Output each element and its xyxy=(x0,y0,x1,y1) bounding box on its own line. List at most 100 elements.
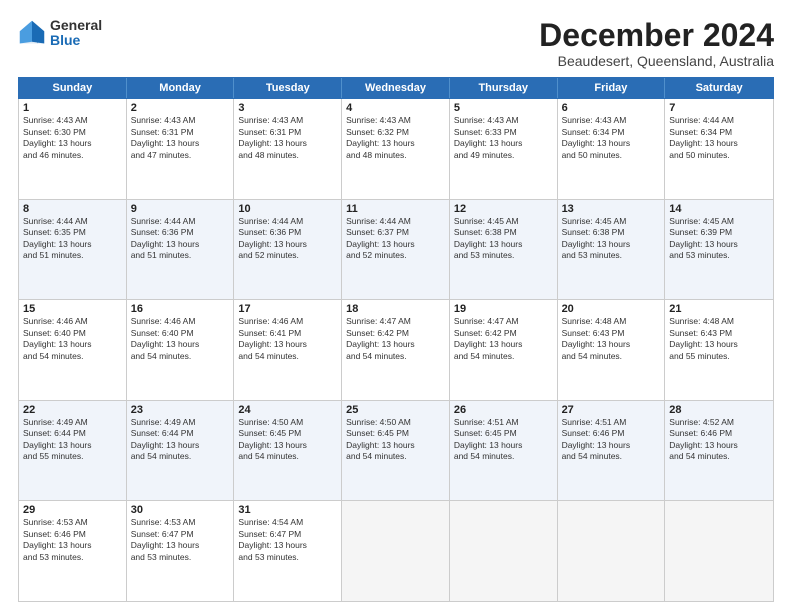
header-day-monday: Monday xyxy=(127,78,235,98)
page: General Blue December 2024 Beaudesert, Q… xyxy=(0,0,792,612)
cell-info: Sunrise: 4:45 AMSunset: 6:38 PMDaylight:… xyxy=(562,216,661,262)
calendar-cell: 11Sunrise: 4:44 AMSunset: 6:37 PMDayligh… xyxy=(342,200,450,300)
calendar-cell: 12Sunrise: 4:45 AMSunset: 6:38 PMDayligh… xyxy=(450,200,558,300)
day-number: 26 xyxy=(454,404,553,416)
day-number: 14 xyxy=(669,203,769,215)
cell-info: Sunrise: 4:43 AMSunset: 6:32 PMDaylight:… xyxy=(346,115,445,161)
calendar-cell: 8Sunrise: 4:44 AMSunset: 6:35 PMDaylight… xyxy=(19,200,127,300)
day-number: 15 xyxy=(23,303,122,315)
cell-info: Sunrise: 4:52 AMSunset: 6:46 PMDaylight:… xyxy=(669,417,769,463)
calendar-cell: 9Sunrise: 4:44 AMSunset: 6:36 PMDaylight… xyxy=(127,200,235,300)
cell-info: Sunrise: 4:53 AMSunset: 6:46 PMDaylight:… xyxy=(23,517,122,563)
calendar-cell: 22Sunrise: 4:49 AMSunset: 6:44 PMDayligh… xyxy=(19,401,127,501)
cell-info: Sunrise: 4:51 AMSunset: 6:45 PMDaylight:… xyxy=(454,417,553,463)
day-number: 1 xyxy=(23,102,122,114)
cell-info: Sunrise: 4:46 AMSunset: 6:40 PMDaylight:… xyxy=(131,316,230,362)
cell-info: Sunrise: 4:48 AMSunset: 6:43 PMDaylight:… xyxy=(669,316,769,362)
day-number: 16 xyxy=(131,303,230,315)
cell-info: Sunrise: 4:45 AMSunset: 6:39 PMDaylight:… xyxy=(669,216,769,262)
logo-blue-text: Blue xyxy=(50,33,102,48)
calendar-cell xyxy=(558,501,666,601)
calendar-cell: 2Sunrise: 4:43 AMSunset: 6:31 PMDaylight… xyxy=(127,99,235,199)
calendar: SundayMondayTuesdayWednesdayThursdayFrid… xyxy=(18,77,774,602)
calendar-cell: 21Sunrise: 4:48 AMSunset: 6:43 PMDayligh… xyxy=(665,300,773,400)
header-day-saturday: Saturday xyxy=(665,78,773,98)
day-number: 12 xyxy=(454,203,553,215)
cell-info: Sunrise: 4:43 AMSunset: 6:30 PMDaylight:… xyxy=(23,115,122,161)
header-day-thursday: Thursday xyxy=(450,78,558,98)
cell-info: Sunrise: 4:48 AMSunset: 6:43 PMDaylight:… xyxy=(562,316,661,362)
calendar-header: SundayMondayTuesdayWednesdayThursdayFrid… xyxy=(18,77,774,99)
cell-info: Sunrise: 4:51 AMSunset: 6:46 PMDaylight:… xyxy=(562,417,661,463)
cell-info: Sunrise: 4:43 AMSunset: 6:31 PMDaylight:… xyxy=(238,115,337,161)
calendar-cell: 20Sunrise: 4:48 AMSunset: 6:43 PMDayligh… xyxy=(558,300,666,400)
day-number: 10 xyxy=(238,203,337,215)
day-number: 9 xyxy=(131,203,230,215)
day-number: 6 xyxy=(562,102,661,114)
day-number: 13 xyxy=(562,203,661,215)
calendar-cell xyxy=(450,501,558,601)
calendar-cell: 7Sunrise: 4:44 AMSunset: 6:34 PMDaylight… xyxy=(665,99,773,199)
calendar-cell xyxy=(342,501,450,601)
day-number: 28 xyxy=(669,404,769,416)
cell-info: Sunrise: 4:45 AMSunset: 6:38 PMDaylight:… xyxy=(454,216,553,262)
day-number: 3 xyxy=(238,102,337,114)
calendar-cell xyxy=(665,501,773,601)
calendar-cell: 19Sunrise: 4:47 AMSunset: 6:42 PMDayligh… xyxy=(450,300,558,400)
day-number: 31 xyxy=(238,504,337,516)
calendar-cell: 30Sunrise: 4:53 AMSunset: 6:47 PMDayligh… xyxy=(127,501,235,601)
calendar-cell: 13Sunrise: 4:45 AMSunset: 6:38 PMDayligh… xyxy=(558,200,666,300)
cell-info: Sunrise: 4:43 AMSunset: 6:34 PMDaylight:… xyxy=(562,115,661,161)
day-number: 4 xyxy=(346,102,445,114)
calendar-cell: 16Sunrise: 4:46 AMSunset: 6:40 PMDayligh… xyxy=(127,300,235,400)
title-block: December 2024 Beaudesert, Queensland, Au… xyxy=(539,18,774,69)
calendar-cell: 1Sunrise: 4:43 AMSunset: 6:30 PMDaylight… xyxy=(19,99,127,199)
cell-info: Sunrise: 4:44 AMSunset: 6:37 PMDaylight:… xyxy=(346,216,445,262)
day-number: 8 xyxy=(23,203,122,215)
cell-info: Sunrise: 4:46 AMSunset: 6:41 PMDaylight:… xyxy=(238,316,337,362)
calendar-cell: 5Sunrise: 4:43 AMSunset: 6:33 PMDaylight… xyxy=(450,99,558,199)
calendar-cell: 23Sunrise: 4:49 AMSunset: 6:44 PMDayligh… xyxy=(127,401,235,501)
header-day-sunday: Sunday xyxy=(19,78,127,98)
calendar-cell: 4Sunrise: 4:43 AMSunset: 6:32 PMDaylight… xyxy=(342,99,450,199)
day-number: 29 xyxy=(23,504,122,516)
calendar-cell: 6Sunrise: 4:43 AMSunset: 6:34 PMDaylight… xyxy=(558,99,666,199)
calendar-cell: 29Sunrise: 4:53 AMSunset: 6:46 PMDayligh… xyxy=(19,501,127,601)
calendar-body: 1Sunrise: 4:43 AMSunset: 6:30 PMDaylight… xyxy=(18,99,774,602)
cell-info: Sunrise: 4:50 AMSunset: 6:45 PMDaylight:… xyxy=(346,417,445,463)
cell-info: Sunrise: 4:44 AMSunset: 6:36 PMDaylight:… xyxy=(131,216,230,262)
cell-info: Sunrise: 4:44 AMSunset: 6:34 PMDaylight:… xyxy=(669,115,769,161)
day-number: 27 xyxy=(562,404,661,416)
day-number: 5 xyxy=(454,102,553,114)
calendar-cell: 10Sunrise: 4:44 AMSunset: 6:36 PMDayligh… xyxy=(234,200,342,300)
logo-icon xyxy=(18,19,46,47)
day-number: 11 xyxy=(346,203,445,215)
day-number: 18 xyxy=(346,303,445,315)
day-number: 20 xyxy=(562,303,661,315)
cell-info: Sunrise: 4:43 AMSunset: 6:31 PMDaylight:… xyxy=(131,115,230,161)
calendar-cell: 28Sunrise: 4:52 AMSunset: 6:46 PMDayligh… xyxy=(665,401,773,501)
header: General Blue December 2024 Beaudesert, Q… xyxy=(18,18,774,69)
cell-info: Sunrise: 4:47 AMSunset: 6:42 PMDaylight:… xyxy=(346,316,445,362)
location: Beaudesert, Queensland, Australia xyxy=(539,53,774,69)
cell-info: Sunrise: 4:46 AMSunset: 6:40 PMDaylight:… xyxy=(23,316,122,362)
calendar-row-2: 15Sunrise: 4:46 AMSunset: 6:40 PMDayligh… xyxy=(19,300,773,401)
calendar-row-1: 8Sunrise: 4:44 AMSunset: 6:35 PMDaylight… xyxy=(19,200,773,301)
day-number: 7 xyxy=(669,102,769,114)
day-number: 2 xyxy=(131,102,230,114)
calendar-row-3: 22Sunrise: 4:49 AMSunset: 6:44 PMDayligh… xyxy=(19,401,773,502)
cell-info: Sunrise: 4:54 AMSunset: 6:47 PMDaylight:… xyxy=(238,517,337,563)
header-day-friday: Friday xyxy=(558,78,666,98)
calendar-cell: 24Sunrise: 4:50 AMSunset: 6:45 PMDayligh… xyxy=(234,401,342,501)
calendar-cell: 31Sunrise: 4:54 AMSunset: 6:47 PMDayligh… xyxy=(234,501,342,601)
calendar-row-0: 1Sunrise: 4:43 AMSunset: 6:30 PMDaylight… xyxy=(19,99,773,200)
day-number: 25 xyxy=(346,404,445,416)
header-day-tuesday: Tuesday xyxy=(234,78,342,98)
logo-text: General Blue xyxy=(50,18,102,49)
calendar-cell: 27Sunrise: 4:51 AMSunset: 6:46 PMDayligh… xyxy=(558,401,666,501)
calendar-row-4: 29Sunrise: 4:53 AMSunset: 6:46 PMDayligh… xyxy=(19,501,773,601)
cell-info: Sunrise: 4:44 AMSunset: 6:36 PMDaylight:… xyxy=(238,216,337,262)
day-number: 21 xyxy=(669,303,769,315)
cell-info: Sunrise: 4:49 AMSunset: 6:44 PMDaylight:… xyxy=(131,417,230,463)
logo-general-text: General xyxy=(50,18,102,33)
